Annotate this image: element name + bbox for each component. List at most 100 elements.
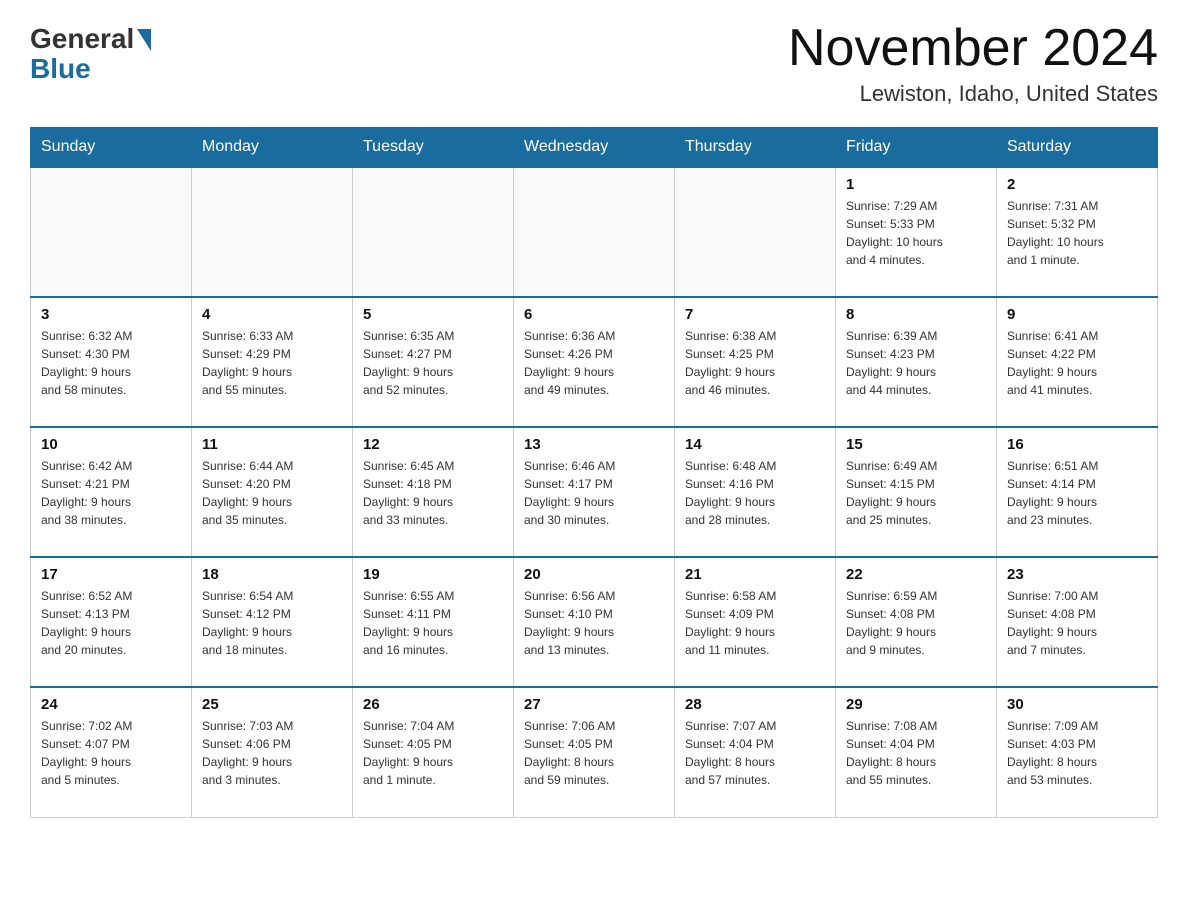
calendar-cell: 11 Sunrise: 6:44 AM Sunset: 4:20 PM Dayli… bbox=[192, 427, 353, 557]
logo-text-blue: Blue bbox=[30, 53, 91, 85]
logo-text-general: General bbox=[30, 25, 134, 53]
day-number: 26 bbox=[363, 696, 503, 713]
calendar-cell: 2 Sunrise: 7:31 AM Sunset: 5:32 PM Daylig… bbox=[997, 167, 1158, 297]
day-info: Sunrise: 6:52 AM Sunset: 4:13 PM Dayligh… bbox=[41, 587, 181, 659]
calendar-cell: 9 Sunrise: 6:41 AM Sunset: 4:22 PM Daylig… bbox=[997, 297, 1158, 427]
day-number: 30 bbox=[1007, 696, 1147, 713]
day-info: Sunrise: 6:33 AM Sunset: 4:29 PM Dayligh… bbox=[202, 327, 342, 399]
day-number: 27 bbox=[524, 696, 664, 713]
calendar-cell: 8Sunrise: 6:39 AM Sunset: 4:23 PM Daylig… bbox=[836, 297, 997, 427]
header-row: SundayMondayTuesdayWednesdayThursdayFrid… bbox=[31, 128, 1158, 168]
calendar-cell: 12 Sunrise: 6:45 AM Sunset: 4:18 PM Dayli… bbox=[353, 427, 514, 557]
day-number: 9 bbox=[1007, 306, 1147, 323]
title-block: November 2024 Lewiston, Idaho, United St… bbox=[788, 20, 1158, 107]
day-info: Sunrise: 7:07 AM Sunset: 4:04 PM Dayligh… bbox=[685, 717, 825, 789]
day-number: 11 bbox=[202, 436, 342, 453]
week-row-5: 24 Sunrise: 7:02 AM Sunset: 4:07 PM Dayli… bbox=[31, 687, 1158, 817]
day-number: 17 bbox=[41, 566, 181, 583]
day-number: 13 bbox=[524, 436, 664, 453]
calendar-cell: 29 Sunrise: 7:08 AM Sunset: 4:04 PM Dayli… bbox=[836, 687, 997, 817]
day-info: Sunrise: 6:51 AM Sunset: 4:14 PM Dayligh… bbox=[1007, 457, 1147, 529]
day-number: 5 bbox=[363, 306, 503, 323]
day-number: 16 bbox=[1007, 436, 1147, 453]
calendar-cell: 10Sunrise: 6:42 AM Sunset: 4:21 PM Dayli… bbox=[31, 427, 192, 557]
day-number: 3 bbox=[41, 306, 181, 323]
day-number: 12 bbox=[363, 436, 503, 453]
calendar-cell: 30 Sunrise: 7:09 AM Sunset: 4:03 PM Dayli… bbox=[997, 687, 1158, 817]
logo-arrow-icon bbox=[137, 29, 151, 51]
day-info: Sunrise: 6:55 AM Sunset: 4:11 PM Dayligh… bbox=[363, 587, 503, 659]
page-header: General Blue November 2024 Lewiston, Ida… bbox=[30, 20, 1158, 107]
calendar-cell bbox=[192, 167, 353, 297]
calendar-cell: 17 Sunrise: 6:52 AM Sunset: 4:13 PM Dayli… bbox=[31, 557, 192, 687]
week-row-4: 17 Sunrise: 6:52 AM Sunset: 4:13 PM Dayli… bbox=[31, 557, 1158, 687]
day-number: 24 bbox=[41, 696, 181, 713]
day-number: 19 bbox=[363, 566, 503, 583]
day-number: 7 bbox=[685, 306, 825, 323]
day-info: Sunrise: 6:42 AM Sunset: 4:21 PM Dayligh… bbox=[41, 457, 181, 529]
column-header-saturday: Saturday bbox=[997, 128, 1158, 168]
calendar-cell: 18 Sunrise: 6:54 AM Sunset: 4:12 PM Dayli… bbox=[192, 557, 353, 687]
day-info: Sunrise: 6:56 AM Sunset: 4:10 PM Dayligh… bbox=[524, 587, 664, 659]
day-number: 18 bbox=[202, 566, 342, 583]
calendar-cell: 24 Sunrise: 7:02 AM Sunset: 4:07 PM Dayli… bbox=[31, 687, 192, 817]
calendar-cell: 28 Sunrise: 7:07 AM Sunset: 4:04 PM Dayli… bbox=[675, 687, 836, 817]
calendar-cell: 20 Sunrise: 6:56 AM Sunset: 4:10 PM Dayli… bbox=[514, 557, 675, 687]
calendar-cell bbox=[353, 167, 514, 297]
week-row-3: 10Sunrise: 6:42 AM Sunset: 4:21 PM Dayli… bbox=[31, 427, 1158, 557]
calendar-cell: 23 Sunrise: 7:00 AM Sunset: 4:08 PM Dayli… bbox=[997, 557, 1158, 687]
day-number: 14 bbox=[685, 436, 825, 453]
day-number: 20 bbox=[524, 566, 664, 583]
calendar-cell: 13 Sunrise: 6:46 AM Sunset: 4:17 PM Dayli… bbox=[514, 427, 675, 557]
day-info: Sunrise: 6:39 AM Sunset: 4:23 PM Dayligh… bbox=[846, 327, 986, 399]
day-number: 23 bbox=[1007, 566, 1147, 583]
column-header-tuesday: Tuesday bbox=[353, 128, 514, 168]
day-info: Sunrise: 6:54 AM Sunset: 4:12 PM Dayligh… bbox=[202, 587, 342, 659]
day-number: 2 bbox=[1007, 176, 1147, 193]
day-number: 22 bbox=[846, 566, 986, 583]
day-info: Sunrise: 7:31 AM Sunset: 5:32 PM Dayligh… bbox=[1007, 197, 1147, 269]
day-info: Sunrise: 7:02 AM Sunset: 4:07 PM Dayligh… bbox=[41, 717, 181, 789]
day-number: 6 bbox=[524, 306, 664, 323]
week-row-2: 3 Sunrise: 6:32 AM Sunset: 4:30 PM Daylig… bbox=[31, 297, 1158, 427]
calendar-cell: 7 Sunrise: 6:38 AM Sunset: 4:25 PM Daylig… bbox=[675, 297, 836, 427]
day-info: Sunrise: 6:46 AM Sunset: 4:17 PM Dayligh… bbox=[524, 457, 664, 529]
day-number: 4 bbox=[202, 306, 342, 323]
day-info: Sunrise: 6:35 AM Sunset: 4:27 PM Dayligh… bbox=[363, 327, 503, 399]
day-info: Sunrise: 6:48 AM Sunset: 4:16 PM Dayligh… bbox=[685, 457, 825, 529]
calendar-cell: 15Sunrise: 6:49 AM Sunset: 4:15 PM Dayli… bbox=[836, 427, 997, 557]
logo: General Blue bbox=[30, 20, 151, 85]
day-info: Sunrise: 6:36 AM Sunset: 4:26 PM Dayligh… bbox=[524, 327, 664, 399]
day-info: Sunrise: 6:32 AM Sunset: 4:30 PM Dayligh… bbox=[41, 327, 181, 399]
calendar-cell: 1 Sunrise: 7:29 AM Sunset: 5:33 PM Daylig… bbox=[836, 167, 997, 297]
day-info: Sunrise: 6:59 AM Sunset: 4:08 PM Dayligh… bbox=[846, 587, 986, 659]
calendar-cell: 25Sunrise: 7:03 AM Sunset: 4:06 PM Dayli… bbox=[192, 687, 353, 817]
calendar-cell: 19 Sunrise: 6:55 AM Sunset: 4:11 PM Dayli… bbox=[353, 557, 514, 687]
day-info: Sunrise: 7:00 AM Sunset: 4:08 PM Dayligh… bbox=[1007, 587, 1147, 659]
day-info: Sunrise: 7:29 AM Sunset: 5:33 PM Dayligh… bbox=[846, 197, 986, 269]
calendar-cell bbox=[514, 167, 675, 297]
day-info: Sunrise: 7:06 AM Sunset: 4:05 PM Dayligh… bbox=[524, 717, 664, 789]
day-info: Sunrise: 7:09 AM Sunset: 4:03 PM Dayligh… bbox=[1007, 717, 1147, 789]
column-header-friday: Friday bbox=[836, 128, 997, 168]
calendar-cell: 14 Sunrise: 6:48 AM Sunset: 4:16 PM Dayli… bbox=[675, 427, 836, 557]
day-number: 29 bbox=[846, 696, 986, 713]
day-info: Sunrise: 6:38 AM Sunset: 4:25 PM Dayligh… bbox=[685, 327, 825, 399]
day-info: Sunrise: 6:58 AM Sunset: 4:09 PM Dayligh… bbox=[685, 587, 825, 659]
day-info: Sunrise: 6:41 AM Sunset: 4:22 PM Dayligh… bbox=[1007, 327, 1147, 399]
day-info: Sunrise: 6:44 AM Sunset: 4:20 PM Dayligh… bbox=[202, 457, 342, 529]
column-header-monday: Monday bbox=[192, 128, 353, 168]
day-info: Sunrise: 6:45 AM Sunset: 4:18 PM Dayligh… bbox=[363, 457, 503, 529]
day-number: 28 bbox=[685, 696, 825, 713]
calendar-cell: 22 Sunrise: 6:59 AM Sunset: 4:08 PM Dayli… bbox=[836, 557, 997, 687]
day-info: Sunrise: 7:08 AM Sunset: 4:04 PM Dayligh… bbox=[846, 717, 986, 789]
column-header-thursday: Thursday bbox=[675, 128, 836, 168]
day-number: 1 bbox=[846, 176, 986, 193]
day-number: 21 bbox=[685, 566, 825, 583]
calendar-cell: 3 Sunrise: 6:32 AM Sunset: 4:30 PM Daylig… bbox=[31, 297, 192, 427]
calendar-cell: 5 Sunrise: 6:35 AM Sunset: 4:27 PM Daylig… bbox=[353, 297, 514, 427]
column-header-wednesday: Wednesday bbox=[514, 128, 675, 168]
week-row-1: 1 Sunrise: 7:29 AM Sunset: 5:33 PM Daylig… bbox=[31, 167, 1158, 297]
calendar-cell bbox=[675, 167, 836, 297]
day-number: 25 bbox=[202, 696, 342, 713]
